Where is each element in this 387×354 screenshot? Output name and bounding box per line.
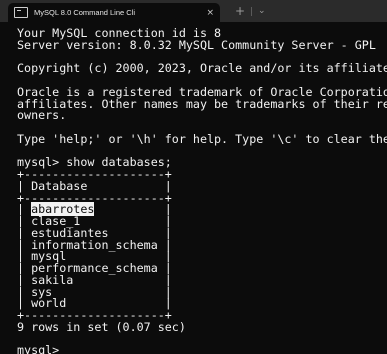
mysql-prompt[interactable]: mysql>	[17, 344, 387, 354]
new-tab-button[interactable]: +	[235, 3, 245, 19]
terminal-icon	[14, 7, 28, 18]
console-line: Copyright (c) 2000, 2023, Oracle and/or …	[17, 61, 387, 76]
tab-mysql-command-line[interactable]: MySQL 8.0 Command Line Cli ×	[8, 3, 220, 22]
tab-bar: MySQL 8.0 Command Line Cli × + ⌄	[0, 0, 387, 22]
console-line: affiliates. Other names may be trademark…	[17, 96, 387, 111]
close-icon[interactable]: ×	[206, 8, 214, 18]
result-summary: 9 rows in set (0.07 sec)	[17, 319, 186, 334]
tab-title: MySQL 8.0 Command Line Cli	[34, 8, 136, 17]
console-line: owners.	[17, 108, 67, 123]
tab-separator	[251, 7, 252, 16]
console-line: Server version: 8.0.32 MySQL Community S…	[17, 37, 376, 52]
console-line: Type 'help;' or '\h' for help. Type '\c'…	[17, 131, 387, 146]
console-output[interactable]: Your MySQL connection id is 8 Server vers…	[17, 28, 387, 354]
chevron-down-icon[interactable]: ⌄	[258, 3, 266, 19]
terminal-window: MySQL 8.0 Command Line Cli × + ⌄ Your My…	[0, 0, 387, 354]
